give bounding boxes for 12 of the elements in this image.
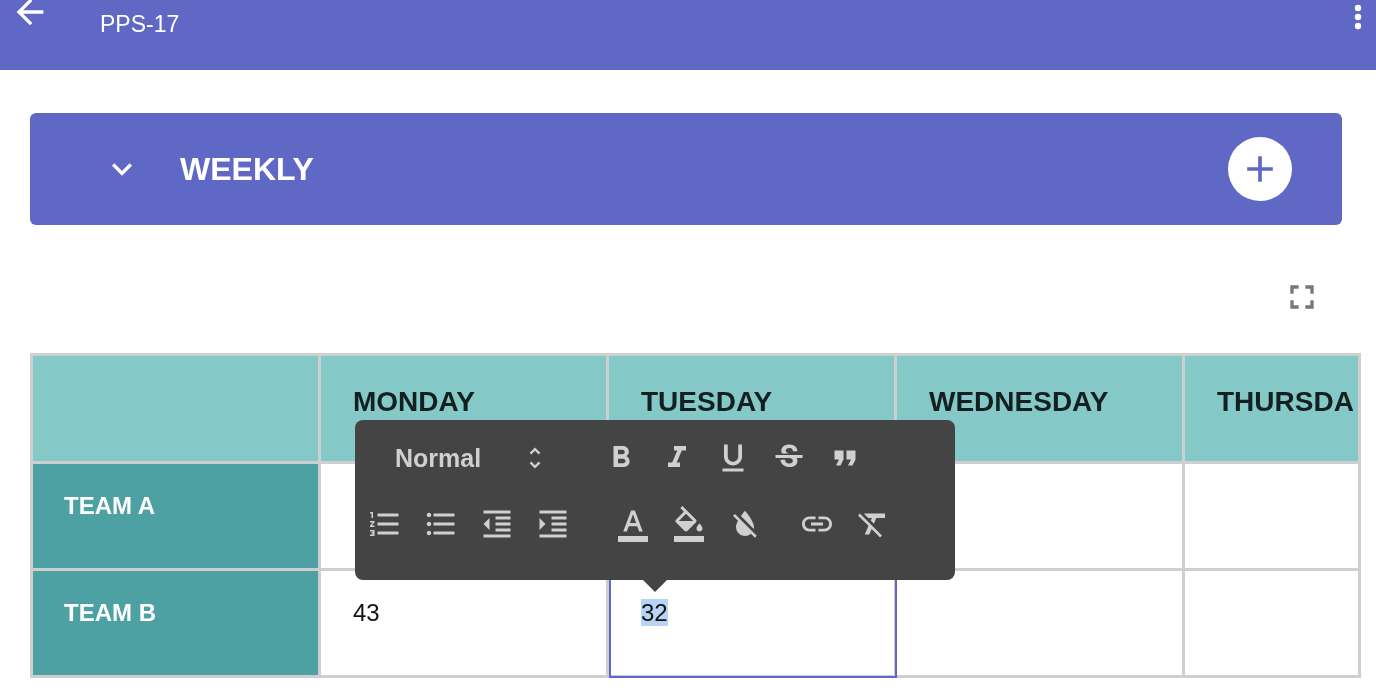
table-cell[interactable] <box>1185 571 1361 678</box>
column-header: THURSDA <box>1185 356 1361 464</box>
column-header: WEDNESDAY <box>897 356 1185 464</box>
team-cell: TEAM B <box>33 571 321 678</box>
paint-bucket-button[interactable] <box>671 506 707 542</box>
table-cell[interactable] <box>1185 464 1361 571</box>
section-title: WEEKLY <box>180 150 315 188</box>
team-cell: TEAM A <box>33 464 321 571</box>
paint-bucket-icon <box>671 506 707 542</box>
table-cell[interactable] <box>897 571 1185 678</box>
more-icon <box>1354 4 1362 30</box>
page-subtitle: PPS-17 <box>100 11 181 38</box>
